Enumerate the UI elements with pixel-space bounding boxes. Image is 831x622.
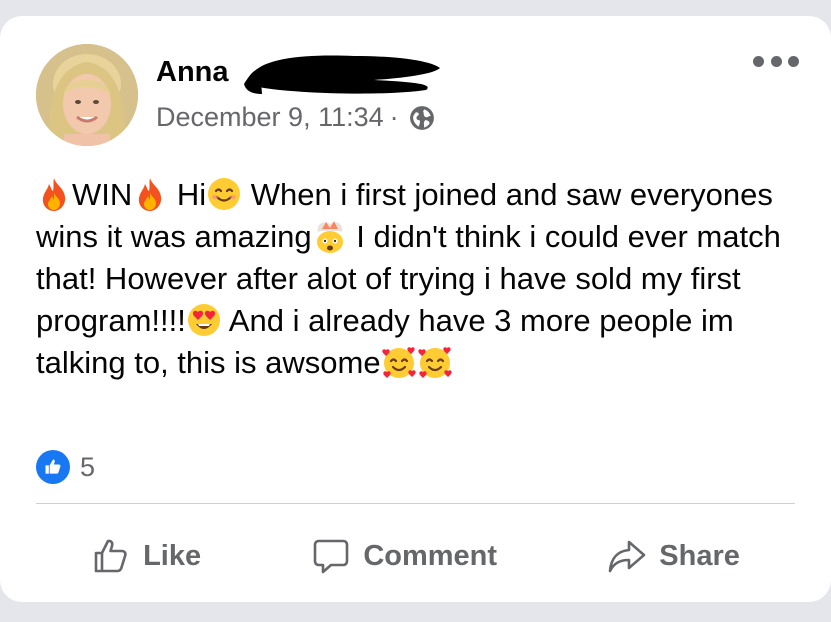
exploding-head-emoji-icon xyxy=(312,218,348,254)
action-divider xyxy=(36,503,795,504)
fire-emoji-icon xyxy=(36,176,72,212)
more-dot xyxy=(770,55,782,67)
reaction-count: 5 xyxy=(80,451,96,482)
thumbs-up-icon xyxy=(36,450,70,484)
post-card: Anna December 9, 11:34 · WIN Hi When i f… xyxy=(0,16,831,602)
fire-emoji-icon xyxy=(132,176,168,212)
meta-separator: · xyxy=(389,102,399,132)
comment-label: Comment xyxy=(363,539,498,572)
share-arrow-icon xyxy=(608,540,646,573)
post-timestamp[interactable]: December 9, 11:34 xyxy=(156,102,384,133)
comment-button[interactable]: Comment xyxy=(311,536,497,576)
smiling-face-emoji-icon xyxy=(206,176,242,212)
post-body: WIN Hi When i first joined and saw every… xyxy=(36,174,796,384)
more-options-icon[interactable] xyxy=(753,49,799,73)
share-button[interactable]: Share xyxy=(607,536,740,576)
smiling-face-with-hearts-emoji-icon xyxy=(417,344,453,380)
author-name[interactable]: Anna xyxy=(156,56,229,89)
like-label: Like xyxy=(143,539,202,572)
heart-eyes-emoji-icon xyxy=(186,302,222,338)
more-dot xyxy=(753,55,764,67)
like-button[interactable]: Like xyxy=(91,536,201,576)
comment-icon xyxy=(314,539,349,574)
redaction-mark xyxy=(244,44,444,96)
win-label: WIN xyxy=(72,177,133,212)
author-avatar[interactable] xyxy=(36,44,138,146)
post-meta: December 9, 11:34 · xyxy=(156,102,435,133)
smiling-face-with-hearts-emoji-icon xyxy=(381,344,417,380)
thumbs-up-outline-icon xyxy=(94,539,127,573)
globe-icon xyxy=(409,105,434,130)
action-bar: Like Comment Share xyxy=(36,528,795,584)
more-dot xyxy=(788,55,799,67)
greeting-text: Hi xyxy=(176,177,207,212)
reaction-summary[interactable]: 5 xyxy=(36,450,95,484)
share-label: Share xyxy=(659,539,740,572)
